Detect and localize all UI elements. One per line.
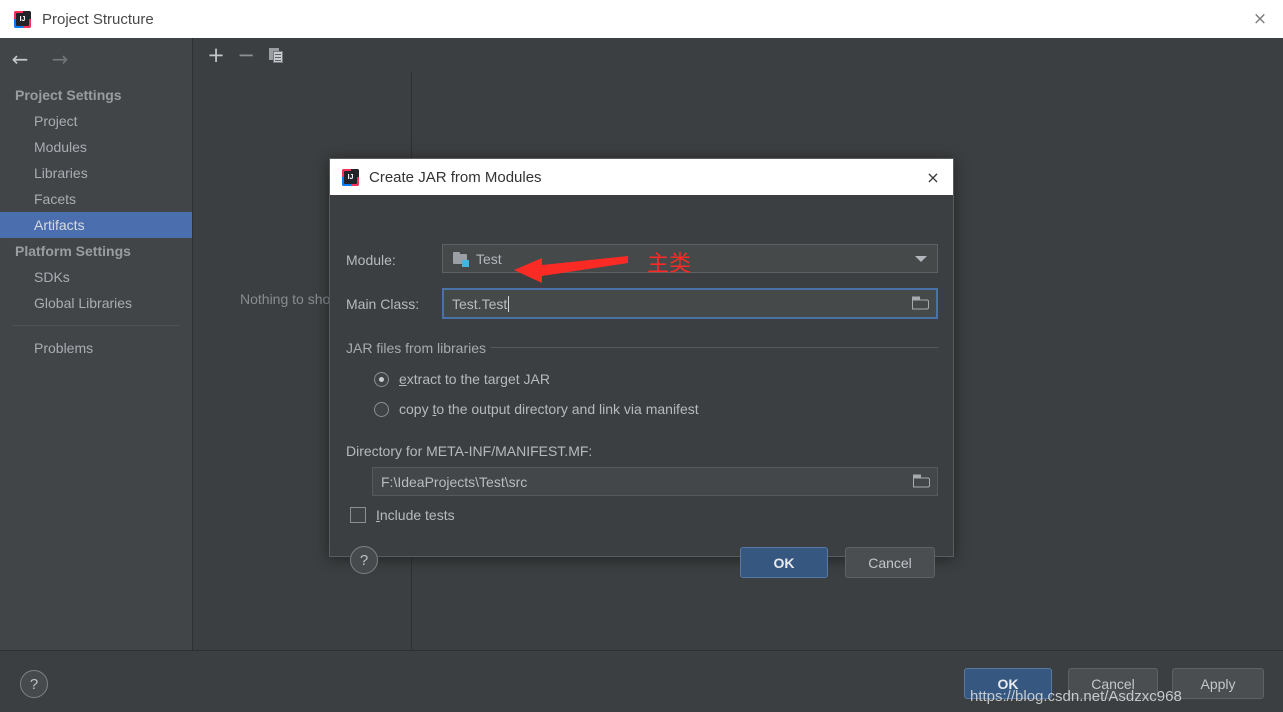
dialog-help-button[interactable]: ? (350, 546, 378, 574)
forward-arrow-icon[interactable]: → (40, 44, 80, 74)
main-class-browse-icon[interactable] (912, 296, 930, 311)
artifacts-empty-text: Nothing to show (240, 291, 341, 307)
module-folder-icon (453, 251, 469, 267)
manifest-directory-label: Directory for META-INF/MANIFEST.MF: (346, 443, 593, 459)
project-structure-window: IJ Project Structure × ← → Project Setti… (0, 0, 1283, 712)
include-tests-checkbox[interactable]: Include tests (350, 507, 455, 523)
sidebar-item-artifacts[interactable]: Artifacts (0, 212, 192, 238)
radio-copy-to-output-directory[interactable]: copy to the output directory and link vi… (374, 401, 699, 417)
radio-copy-text: o the output directory and link via mani… (436, 401, 699, 417)
sidebar-item-modules[interactable]: Modules (0, 134, 192, 160)
dialog-titlebar: IJ Create JAR from Modules × (330, 159, 953, 195)
plus-icon: + (207, 42, 225, 67)
group-divider (490, 347, 938, 348)
mnemonic-e: e (399, 371, 407, 387)
radio-unselected-icon (374, 401, 389, 417)
dialog-ok-button[interactable]: OK (740, 547, 828, 578)
window-close-icon[interactable]: × (1237, 0, 1283, 37)
create-jar-dialog: IJ Create JAR from Modules × Module: Tes… (329, 158, 954, 578)
manifest-directory-value: F:\IdeaProjects\Test\src (381, 473, 528, 490)
navigation-arrows: ← → (0, 42, 80, 76)
include-tests-label: Include tests (376, 507, 455, 523)
back-arrow-icon[interactable]: ← (0, 44, 40, 74)
radio-extract-to-target-jar[interactable]: extract to the target JAR (374, 371, 550, 387)
jar-files-group-title: JAR files from libraries (346, 340, 487, 356)
copy-artifact-button[interactable] (261, 41, 291, 69)
radio-extract-text: xtract to the target JAR (406, 371, 550, 387)
module-label: Module: (346, 252, 396, 268)
sidebar-item-facets[interactable]: Facets (0, 186, 192, 212)
sidebar-item-problems[interactable]: Problems (0, 335, 192, 361)
radio-copy-label: copy to the output directory and link vi… (399, 401, 699, 417)
dialog-intellij-logo-icon: IJ (342, 168, 359, 186)
settings-sidebar: ← → Project Settings Project Modules Lib… (0, 38, 193, 650)
sidebar-item-global-libraries[interactable]: Global Libraries (0, 290, 192, 316)
intellij-logo-text: IJ (16, 12, 29, 26)
dialog-logo-text: IJ (344, 170, 357, 184)
dialog-cancel-button[interactable]: Cancel (845, 547, 935, 578)
sidebar-item-libraries[interactable]: Libraries (0, 160, 192, 186)
help-button[interactable]: ? (20, 670, 48, 698)
text-caret (508, 295, 510, 312)
dialog-close-icon[interactable]: × (921, 166, 945, 188)
minus-icon: − (237, 42, 255, 67)
include-tests-text: nclude tests (379, 507, 455, 523)
apply-button[interactable]: Apply (1172, 668, 1264, 699)
chevron-down-icon[interactable] (915, 255, 927, 262)
dialog-body: Module: Test Main Class: Test.Test JAR f… (330, 195, 953, 578)
annotation-label: 主类 (647, 252, 692, 277)
window-titlebar: IJ Project Structure × (0, 0, 1283, 39)
module-value: Test (476, 250, 502, 267)
main-class-input[interactable]: Test.Test (442, 288, 938, 319)
sidebar-item-sdks[interactable]: SDKs (0, 264, 192, 290)
sidebar-divider (12, 325, 180, 326)
radio-selected-icon (374, 371, 389, 387)
intellij-logo-icon: IJ (14, 10, 31, 28)
manifest-directory-input[interactable]: F:\IdeaProjects\Test\src (372, 467, 938, 496)
sidebar-group-project-settings: Project Settings (15, 87, 122, 103)
watermark-text: https://blog.csdn.net/Asdzxc968 (970, 688, 1182, 705)
checkbox-unchecked-icon (350, 507, 366, 523)
add-artifact-button[interactable]: + (201, 41, 231, 69)
sidebar-nav-list: Project Settings Project Modules Librari… (0, 82, 192, 361)
sidebar-item-project[interactable]: Project (0, 108, 192, 134)
artifacts-toolbar: + − (193, 38, 419, 72)
main-class-value: Test.Test (452, 295, 508, 312)
main-class-label: Main Class: (346, 296, 420, 312)
remove-artifact-button[interactable]: − (231, 41, 261, 69)
window-title: Project Structure (42, 10, 154, 28)
radio-extract-label: extract to the target JAR (399, 371, 550, 387)
copy-icon (268, 47, 284, 63)
sidebar-group-platform-settings: Platform Settings (15, 243, 131, 259)
radio-copy-prefix: copy (399, 401, 433, 417)
dialog-title: Create JAR from Modules (369, 168, 542, 186)
manifest-browse-icon[interactable] (913, 474, 931, 489)
